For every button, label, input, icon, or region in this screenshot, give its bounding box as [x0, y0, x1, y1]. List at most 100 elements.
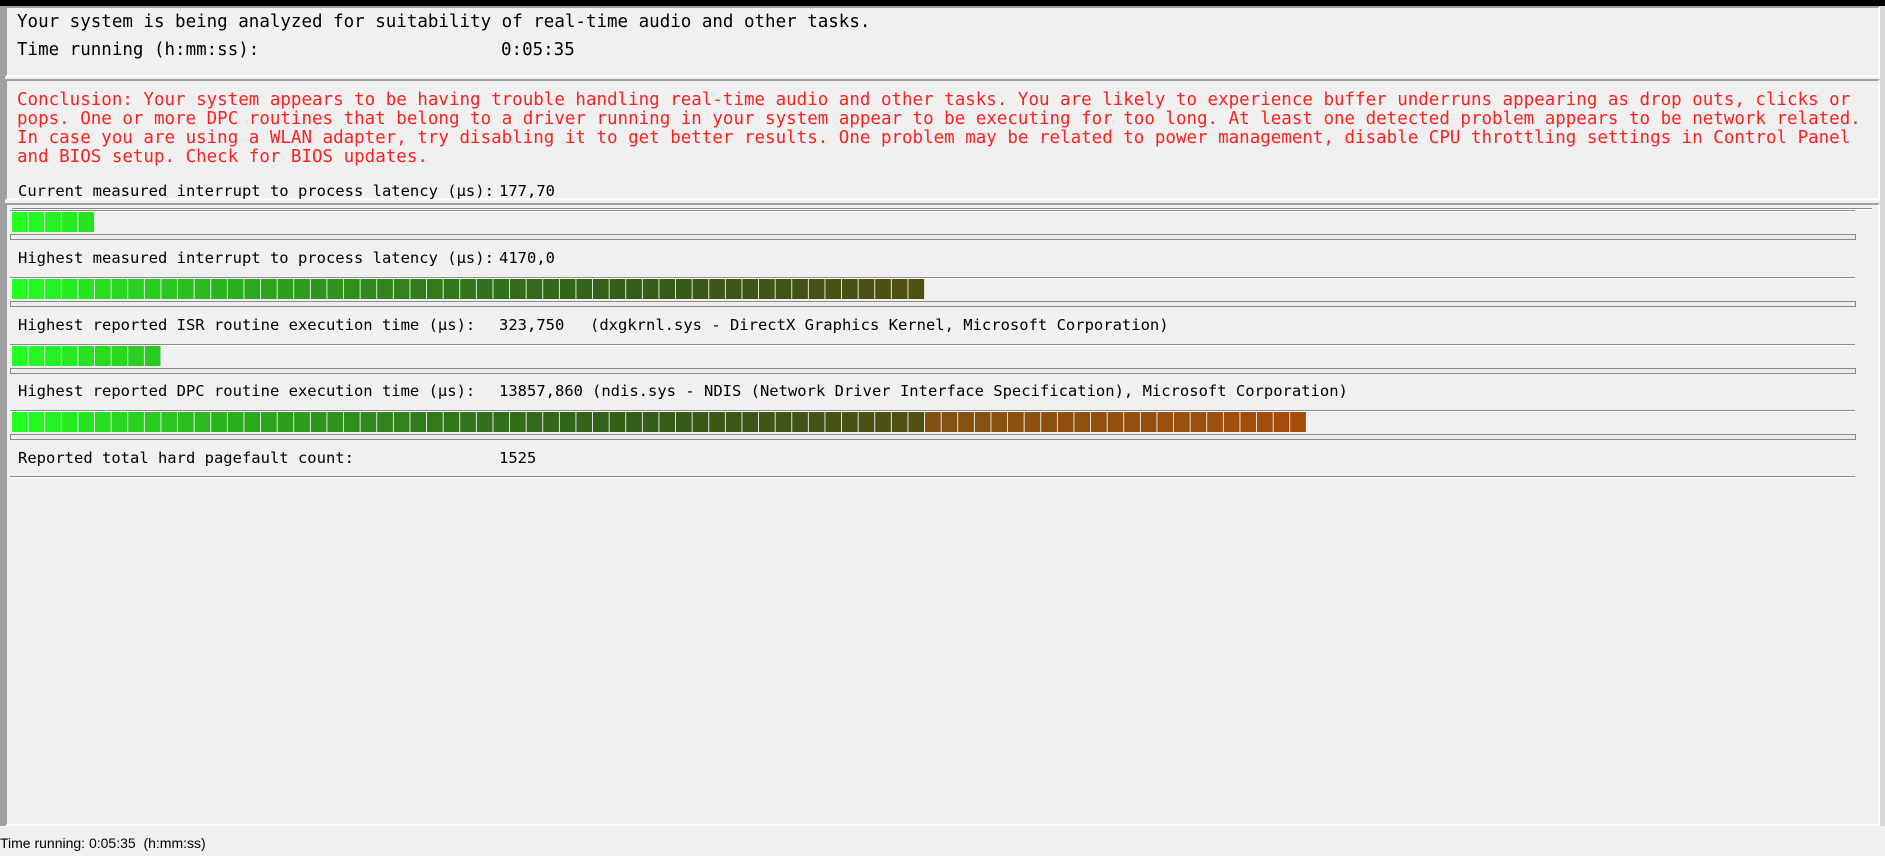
- metric-label: Highest measured interrupt to process la…: [18, 249, 494, 267]
- bar-segment: [45, 279, 61, 299]
- latency-bar: [12, 212, 97, 234]
- bar-segment: [493, 279, 510, 299]
- bar-segment: [460, 412, 476, 432]
- bar-segment: [725, 412, 742, 432]
- bar-segment: [1107, 412, 1124, 432]
- bar-segment: [709, 412, 725, 432]
- bar-segment: [327, 412, 344, 432]
- bar-segment: [559, 412, 576, 432]
- bar-segment: [161, 412, 178, 432]
- bar-segment: [427, 279, 443, 299]
- bar-segment: [161, 279, 178, 299]
- bar-segment: [609, 412, 626, 432]
- bar-segment: [792, 412, 808, 432]
- bar-segment: [891, 279, 908, 299]
- metric-value: 4170,0: [499, 249, 555, 267]
- bar-segment: [510, 412, 526, 432]
- bar-segment: [310, 279, 327, 299]
- bar-segment: [1024, 412, 1041, 432]
- bar-segment: [377, 279, 393, 299]
- bar-segment: [393, 279, 410, 299]
- bar-segment: [61, 279, 78, 299]
- bar-segment: [45, 346, 61, 366]
- bar-segment: [360, 412, 377, 432]
- metric-detail: (ndis.sys - NDIS (Network Driver Interfa…: [592, 382, 1348, 400]
- bar-segment: [593, 412, 609, 432]
- bar-segment: [344, 412, 360, 432]
- bar-segment: [78, 212, 95, 232]
- bar-segment: [576, 279, 593, 299]
- bar-segment: [261, 279, 277, 299]
- bar-segment: [12, 279, 28, 299]
- bar-track: [10, 434, 1856, 440]
- bar-track: [10, 234, 1856, 240]
- bar-segment: [875, 412, 891, 432]
- bar-segment: [493, 412, 510, 432]
- bar-segment: [128, 346, 144, 366]
- bar-segment: [277, 412, 294, 432]
- bar-segment: [28, 212, 45, 232]
- time-running-label: Time running (h:mm:ss):: [17, 40, 260, 60]
- bar-segment: [842, 412, 858, 432]
- metric-label: Reported total hard pagefault count:: [18, 449, 354, 467]
- metric-value: 323,750: [499, 316, 565, 334]
- isr-bar: [12, 346, 164, 368]
- window-right-edge: [1880, 6, 1885, 826]
- status-text: Time running: 0:05:35 (h:mm:ss): [0, 835, 206, 851]
- bar-segment: [991, 412, 1008, 432]
- bar-segment: [144, 346, 161, 366]
- bar-segment: [709, 279, 725, 299]
- bar-segment: [808, 279, 825, 299]
- bar-segment: [393, 412, 410, 432]
- metric-label: Current measured interrupt to process la…: [18, 182, 494, 200]
- status-bar: Time running: 0:05:35 (h:mm:ss): [0, 830, 1885, 856]
- bar-segment: [1290, 412, 1306, 432]
- bar-segment: [742, 412, 759, 432]
- bar-segment: [360, 279, 377, 299]
- bar-segment: [759, 279, 775, 299]
- bar-segment: [78, 279, 95, 299]
- bar-segment: [908, 412, 925, 432]
- bar-segment: [78, 346, 95, 366]
- bar-segment: [294, 279, 310, 299]
- bar-segment: [1223, 412, 1240, 432]
- bar-segment: [194, 412, 211, 432]
- bar-segment: [1257, 412, 1273, 432]
- bar-segment: [958, 412, 974, 432]
- bar-segment: [974, 412, 991, 432]
- bar-segment: [1157, 412, 1174, 432]
- bar-segment: [526, 412, 543, 432]
- bar-segment: [543, 279, 559, 299]
- bar-segment: [526, 279, 543, 299]
- bar-segment: [775, 412, 792, 432]
- bar-segment: [294, 412, 310, 432]
- bar-segment: [12, 212, 28, 232]
- bar-segment: [95, 346, 111, 366]
- bar-segment: [1174, 412, 1190, 432]
- bar-segment: [227, 412, 244, 432]
- bar-segment: [1207, 412, 1223, 432]
- bar-segment: [626, 412, 642, 432]
- metric-detail: (dxgkrnl.sys - DirectX Graphics Kernel, …: [590, 316, 1169, 334]
- bar-segment: [659, 412, 676, 432]
- bar-segment: [476, 412, 493, 432]
- metric-label: Highest reported DPC routine execution t…: [18, 382, 476, 400]
- bar-segment: [128, 279, 144, 299]
- separator: [10, 210, 1855, 212]
- bar-segment: [344, 279, 360, 299]
- bar-segment: [244, 279, 261, 299]
- bar-segment: [45, 212, 61, 232]
- bar-segment: [227, 279, 244, 299]
- bar-segment: [111, 346, 128, 366]
- bar-segment: [261, 412, 277, 432]
- bar-segment: [941, 412, 958, 432]
- bar-segment: [593, 279, 609, 299]
- bar-segment: [642, 279, 659, 299]
- bar-segment: [759, 412, 775, 432]
- bar-segment: [858, 412, 875, 432]
- bar-segment: [792, 279, 808, 299]
- bar-segment: [377, 412, 393, 432]
- bar-segment: [28, 279, 45, 299]
- bar-segment: [510, 279, 526, 299]
- bar-segment: [1057, 412, 1074, 432]
